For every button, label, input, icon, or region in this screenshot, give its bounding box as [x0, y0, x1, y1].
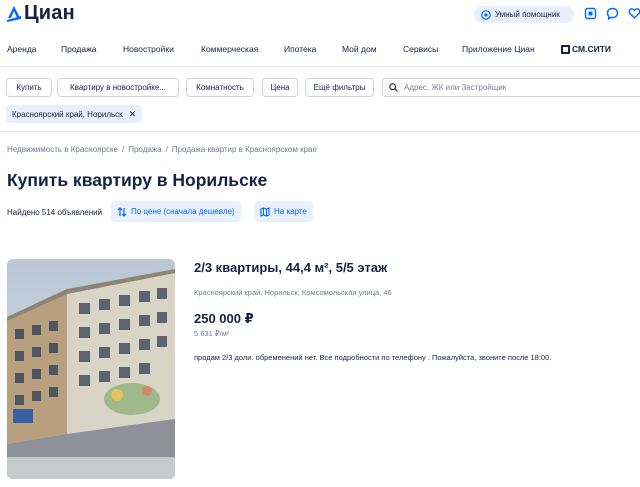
building-photo-image	[7, 259, 175, 479]
search-icon	[389, 83, 398, 92]
address-search-input[interactable]: Адрес, ЖК или Застройщик	[382, 78, 640, 97]
nav-divider	[0, 66, 640, 67]
breadcrumb-separator: /	[121, 145, 125, 154]
nav-item-my-home[interactable]: Мой дом	[342, 44, 377, 54]
search-placeholder: Адрес, ЖК или Застройщик	[404, 83, 507, 92]
logo-text: Циан	[24, 2, 75, 24]
breadcrumb-item-realty[interactable]: Недвижимость в Красноярске	[7, 145, 118, 154]
nav-item-rent[interactable]: Аренда	[7, 44, 37, 54]
rooms-filter[interactable]: Комнатность	[186, 78, 254, 97]
nav-item-mortgage[interactable]: Ипотека	[284, 44, 316, 54]
breadcrumb-item-sale[interactable]: Продажа	[128, 145, 161, 154]
breadcrumb: Недвижимость в Красноярске / Продажа / Прода…	[7, 145, 317, 154]
assistant-label: Умный помощник	[495, 10, 560, 19]
map-icon	[260, 206, 270, 217]
listing-title[interactable]: 2/3 квартиры, 44,4 м², 5/5 этаж	[194, 260, 387, 275]
nav-item-sale[interactable]: Продажа	[61, 44, 96, 54]
sort-button[interactable]: По цене (сначала дешевле)	[111, 201, 241, 222]
page-title: Купить квартиру в Норильске	[7, 170, 268, 190]
chat-icon[interactable]	[606, 7, 619, 21]
assistant-icon	[481, 9, 491, 20]
sort-label: По цене (сначала дешевле)	[131, 207, 235, 216]
nav-item-commercial[interactable]: Коммерческая	[201, 44, 258, 54]
nav-item-new-buildings[interactable]: Новостройки	[123, 44, 174, 54]
breadcrumb-item-flats[interactable]: Продажа квартир в Красноярском крае	[172, 145, 317, 154]
logo-mark-icon	[7, 6, 21, 22]
smart-assistant-button[interactable]: Умный помощник	[474, 6, 574, 23]
map-label: На карте	[274, 207, 307, 216]
smcity-logo-icon	[561, 44, 570, 54]
listing-description: продам 2/3 доли. обременений нет. Все по…	[194, 353, 552, 362]
main-nav: Аренда Продажа Новостройки Коммерческая …	[0, 40, 640, 60]
filter-bar: Купить Квартиру в новостройке... Комнатн…	[0, 78, 640, 98]
location-chip-label: Красноярский край, Норильск	[12, 109, 123, 119]
remove-location-icon[interactable]: ✕	[129, 109, 137, 120]
nav-item-services[interactable]: Сервисы	[403, 44, 438, 54]
nav-item-smcity[interactable]: СМ.СИТИ	[561, 44, 611, 54]
listing-price: 250 000 ₽	[194, 311, 254, 326]
breadcrumb-separator: /	[165, 145, 168, 154]
listing-price-per-sqm: 5 631 ₽/м²	[194, 329, 230, 338]
results-count: Найдено 514 объявлений	[7, 208, 103, 217]
more-filters-button[interactable]: Ещё фильтры	[305, 78, 374, 97]
cian-logo[interactable]: Циан	[7, 3, 75, 23]
favorites-heart-icon[interactable]	[628, 7, 640, 20]
smcity-label: СМ.СИТИ	[572, 44, 612, 54]
nav-item-app[interactable]: Приложение Циан	[462, 44, 535, 54]
price-filter[interactable]: Цена	[262, 78, 298, 97]
listing-address[interactable]: Красноярский край, Норильск, Комсомольск…	[194, 288, 392, 297]
listing-photo[interactable]	[7, 259, 175, 479]
top-bar: Циан Умный помощник	[0, 0, 640, 30]
deal-type-filter[interactable]: Купить	[6, 78, 52, 97]
filters-divider	[0, 131, 640, 132]
location-chip[interactable]: Красноярский край, Норильск ✕	[6, 105, 143, 123]
compare-icon[interactable]	[584, 7, 597, 20]
map-view-button[interactable]: На карте	[254, 201, 313, 222]
sort-arrows-icon	[117, 206, 127, 217]
property-type-filter[interactable]: Квартиру в новостройке...	[57, 78, 179, 97]
